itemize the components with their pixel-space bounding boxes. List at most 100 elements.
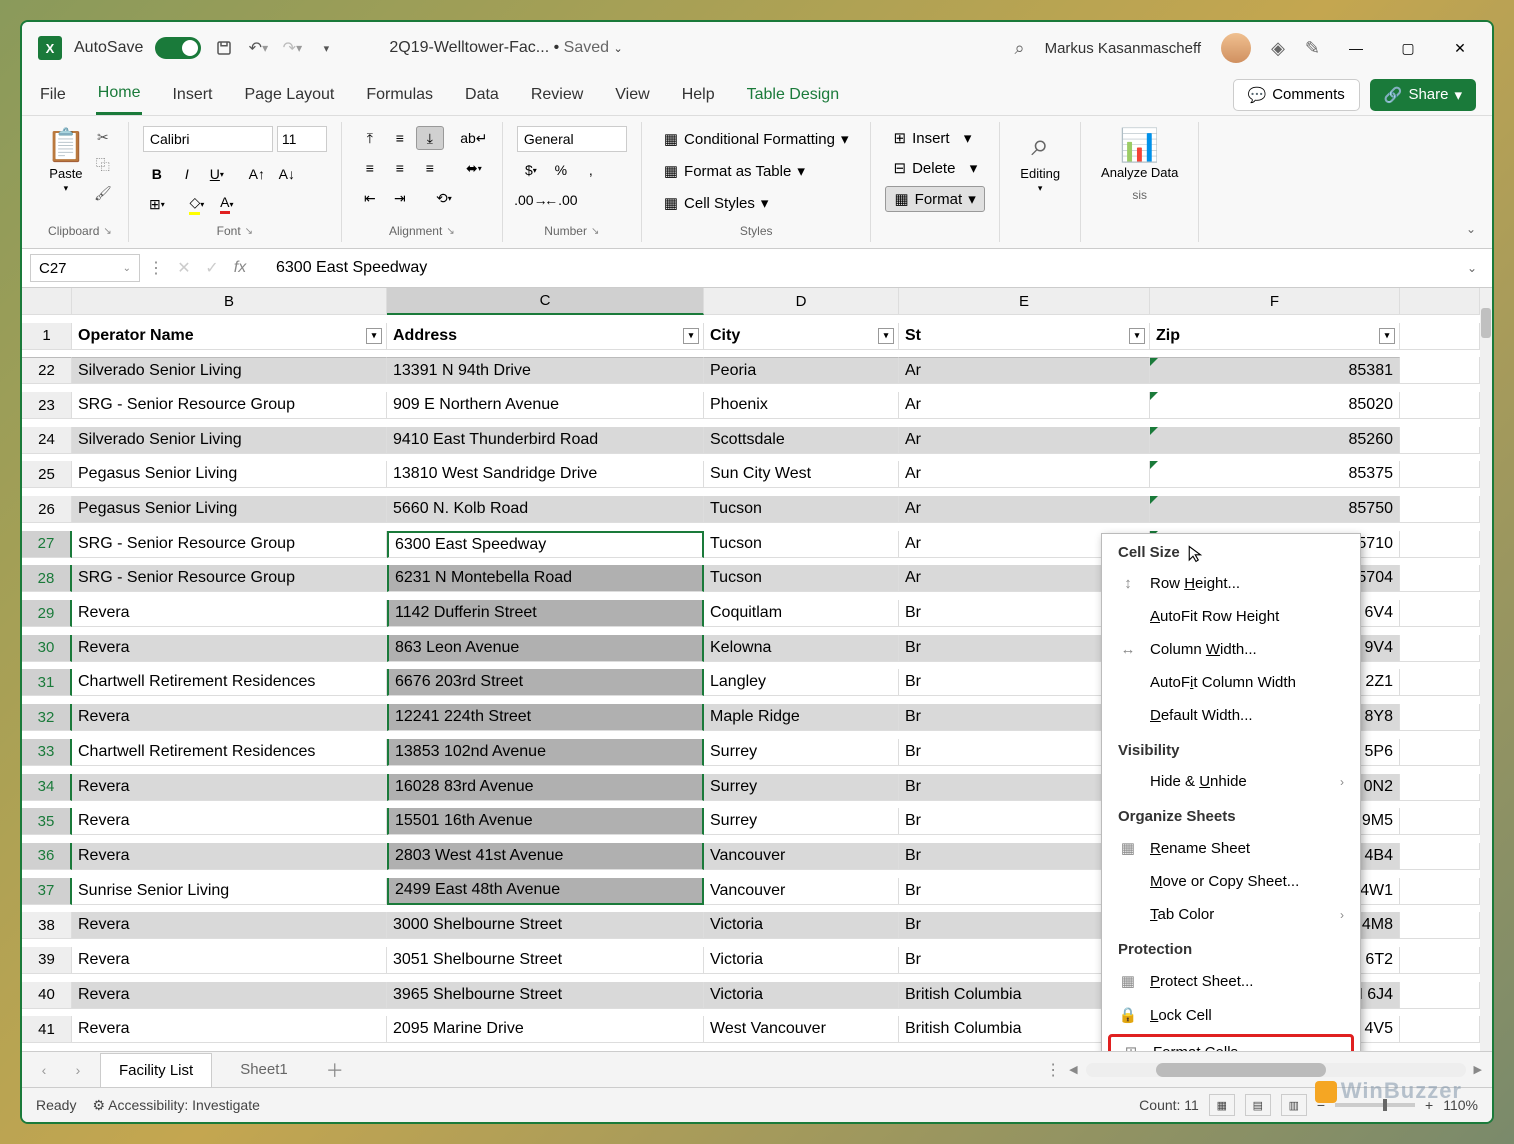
row-header[interactable]: 27 <box>22 531 72 558</box>
delete-cells-button[interactable]: ⊟Delete ▾ <box>885 156 985 180</box>
view-page-break-icon[interactable]: ▥ <box>1281 1094 1307 1116</box>
cell[interactable]: Pegasus Senior Living <box>72 461 387 488</box>
cell[interactable]: Ar <box>899 427 1150 454</box>
horizontal-scrollbar[interactable] <box>1086 1063 1466 1077</box>
copy-icon[interactable]: ⿻ <box>92 154 114 176</box>
tab-view[interactable]: View <box>613 76 651 114</box>
underline-button[interactable]: U▾ <box>203 162 231 186</box>
menu-lock-cell[interactable]: 🔒Lock Cell <box>1102 998 1360 1032</box>
cell-styles-button[interactable]: ▦Cell Styles ▾ <box>656 190 777 216</box>
expand-formula-icon[interactable]: ⌄ <box>1460 261 1484 275</box>
decrease-decimal-icon[interactable]: ←.00 <box>547 188 575 212</box>
cell[interactable]: Ar <box>899 496 1150 523</box>
cell[interactable]: Surrey <box>704 739 899 766</box>
cell[interactable]: Scottsdale <box>704 427 899 454</box>
filter-arrow-icon[interactable]: ▾ <box>366 328 382 344</box>
italic-button[interactable]: I <box>173 162 201 186</box>
row-header[interactable]: 35 <box>22 808 72 835</box>
cell[interactable]: 12241 224th Street <box>387 704 704 731</box>
comments-button[interactable]: 💬 Comments <box>1233 79 1360 111</box>
cell[interactable]: Tucson <box>704 531 899 558</box>
cell[interactable]: Surrey <box>704 808 899 835</box>
autosave-toggle[interactable] <box>155 37 201 59</box>
cell[interactable]: Silverado Senior Living <box>72 427 387 454</box>
menu-protect-sheet[interactable]: ▦Protect Sheet... <box>1102 964 1360 998</box>
cell[interactable]: Revera <box>72 600 387 627</box>
clipboard-launcher[interactable]: ↘ <box>103 226 111 237</box>
cell[interactable]: Sunrise Senior Living <box>72 878 387 905</box>
zoom-level[interactable]: 110% <box>1443 1097 1478 1113</box>
increase-decimal-icon[interactable]: .00→ <box>517 188 545 212</box>
cell[interactable]: 13391 N 94th Drive <box>387 357 704 384</box>
cell[interactable]: Ar <box>899 357 1150 384</box>
cell[interactable]: Peoria <box>704 357 899 384</box>
cell[interactable]: 85750 <box>1150 496 1400 523</box>
enter-icon[interactable]: ✓ <box>200 256 224 280</box>
cut-icon[interactable]: ✂ <box>92 126 114 148</box>
filter-arrow-icon[interactable]: ▾ <box>683 328 699 344</box>
cell[interactable]: Tucson <box>704 496 899 523</box>
font-launcher[interactable]: ↘ <box>245 226 253 237</box>
borders-button[interactable]: ⊞▾ <box>143 192 171 216</box>
sheet-next-icon[interactable]: › <box>66 1062 90 1078</box>
tab-table-design[interactable]: Table Design <box>745 76 842 114</box>
orientation-icon[interactable]: ⟲▾ <box>430 186 458 210</box>
align-top-icon[interactable]: ⤒ <box>356 126 384 150</box>
decrease-font-icon[interactable]: A↓ <box>273 162 301 186</box>
cell[interactable]: Ar <box>899 461 1150 488</box>
cell[interactable]: Victoria <box>704 912 899 939</box>
zoom-slider[interactable] <box>1335 1103 1415 1107</box>
row-header[interactable]: 41 <box>22 1016 72 1043</box>
cell[interactable]: Maple Ridge <box>704 704 899 731</box>
cell[interactable]: Victoria <box>704 947 899 974</box>
cell[interactable]: Pegasus Senior Living <box>72 496 387 523</box>
row-header[interactable]: 24 <box>22 427 72 454</box>
add-sheet-icon[interactable]: ＋ <box>326 1057 344 1083</box>
cell[interactable]: Revera <box>72 912 387 939</box>
table-header[interactable]: Zip▾ <box>1150 323 1400 350</box>
cell[interactable]: Ar <box>899 392 1150 419</box>
number-launcher[interactable]: ↘ <box>591 226 599 237</box>
row-header[interactable]: 22 <box>22 357 72 384</box>
cell[interactable]: Revera <box>72 704 387 731</box>
formula-input[interactable]: 6300 East Speedway <box>256 253 1456 283</box>
scroll-right-icon[interactable]: ▶ <box>1474 1063 1482 1076</box>
menu-row-height[interactable]: ↕Row Height... <box>1102 567 1360 600</box>
row-header[interactable]: 36 <box>22 843 72 870</box>
cell[interactable]: Kelowna <box>704 635 899 662</box>
redo-icon[interactable]: ↷▾ <box>281 37 303 59</box>
format-as-table-button[interactable]: ▦Format as Table ▾ <box>656 158 813 184</box>
cell[interactable]: SRG - Senior Resource Group <box>72 392 387 419</box>
tab-review[interactable]: Review <box>529 76 585 114</box>
cell[interactable]: Silverado Senior Living <box>72 357 387 384</box>
cell[interactable]: Vancouver <box>704 878 899 905</box>
column-header[interactable]: C <box>387 288 704 315</box>
cell[interactable]: Revera <box>72 1016 387 1043</box>
cell[interactable]: 85260 <box>1150 427 1400 454</box>
analyze-data-button[interactable]: 📊 Analyze Data <box>1091 122 1188 184</box>
percent-format-icon[interactable]: % <box>547 158 575 182</box>
cell[interactable]: Revera <box>72 808 387 835</box>
table-header[interactable]: Operator Name▾ <box>72 323 387 350</box>
comma-format-icon[interactable]: , <box>577 158 605 182</box>
cell[interactable]: Revera <box>72 635 387 662</box>
cell[interactable]: 1142 Dufferin Street <box>387 600 704 627</box>
share-button[interactable]: 🔗 Share ▾ <box>1370 79 1476 111</box>
fx-icon[interactable]: fx <box>228 256 252 280</box>
cell[interactable]: 85375 <box>1150 461 1400 488</box>
cell[interactable]: SRG - Senior Resource Group <box>72 531 387 558</box>
cell[interactable]: West Vancouver <box>704 1016 899 1043</box>
increase-indent-icon[interactable]: ⇥ <box>386 186 414 210</box>
cell[interactable]: 3965 Shelbourne Street <box>387 982 704 1009</box>
name-box[interactable]: C27⌄ <box>30 254 140 282</box>
cell[interactable]: Coquitlam <box>704 600 899 627</box>
align-center-icon[interactable]: ≡ <box>386 156 414 180</box>
cell[interactable]: 6676 203rd Street <box>387 669 704 696</box>
cell[interactable]: Revera <box>72 843 387 870</box>
search-icon[interactable]: ⌕ <box>1015 38 1025 59</box>
undo-icon[interactable]: ↶▾ <box>247 37 269 59</box>
cell[interactable]: 2499 East 48th Avenue <box>387 878 704 905</box>
row-header[interactable]: 26 <box>22 496 72 523</box>
column-header[interactable]: F <box>1150 288 1400 315</box>
menu-column-width[interactable]: ↔Column Width... <box>1102 633 1360 666</box>
